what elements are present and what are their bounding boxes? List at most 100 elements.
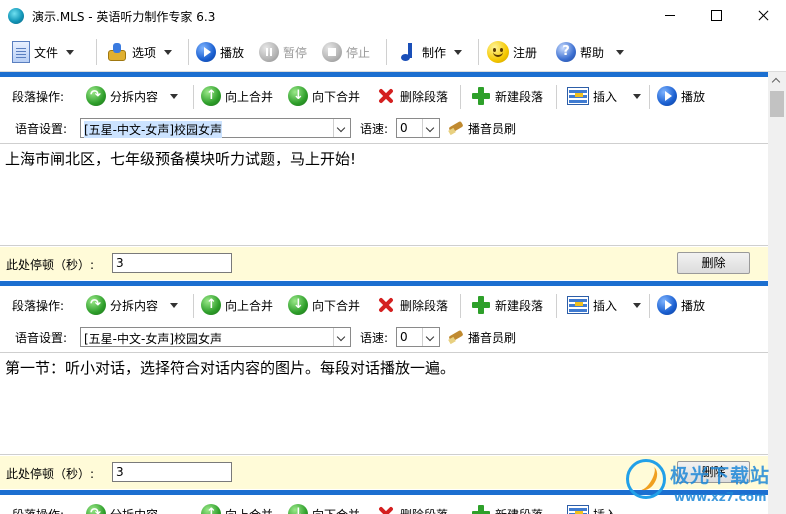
paragraph-block: 段落操作: ↷ 分拆内容 ↑ 向上合并 ↓ 向下合并 删除段落 新建段落 插入 [0, 72, 768, 282]
watermark-logo-icon [626, 459, 666, 499]
register-button[interactable]: 注册 [487, 38, 537, 66]
merge-down-button[interactable]: ↓ 向下合并 [288, 84, 360, 108]
announcer-brush-button[interactable]: 播音员刷 [448, 116, 516, 140]
insert-button[interactable]: 插入 [567, 293, 642, 317]
paragraph-ops-label: 段落操作: [12, 502, 64, 514]
plus-icon [471, 295, 491, 315]
chevron-down-icon [616, 49, 625, 55]
music-note-icon [398, 41, 418, 63]
toolbar-divider [556, 85, 557, 109]
chevron-down-icon [170, 302, 179, 308]
chevron-down-icon [422, 119, 439, 137]
play-icon [196, 42, 216, 62]
brush-icon [448, 121, 464, 135]
chevron-down-icon [170, 93, 179, 99]
new-paragraph-button[interactable]: 新建段落 [471, 293, 543, 317]
delete-icon [376, 295, 396, 315]
new-paragraph-button[interactable]: 新建段落 [471, 502, 543, 514]
play-icon [657, 86, 677, 106]
toolbar-divider [193, 85, 194, 109]
merge-up-button[interactable]: ↑ 向上合并 [201, 502, 273, 514]
speed-select[interactable]: 0 [396, 118, 440, 138]
pause-button[interactable]: 暂停 [259, 38, 307, 66]
insert-button[interactable]: 插入 [567, 84, 642, 108]
insert-icon [567, 87, 589, 105]
voice-select[interactable]: [五星-中文-女声]校园女声 [80, 327, 351, 347]
scrollbar-thumb[interactable] [770, 91, 784, 117]
toolbar-divider [188, 39, 189, 65]
main-toolbar: 文件 选项 播放 暂停 停止 制作 注册 ? 帮助 [0, 33, 786, 72]
paragraph-text: 上海市闸北区，七年级预备模块听力试题，马上开始! [5, 150, 357, 168]
settings-icon [106, 41, 128, 63]
announcer-brush-button[interactable]: 播音员刷 [448, 325, 516, 349]
insert-icon [567, 505, 589, 514]
toolbar-divider [649, 85, 650, 109]
paragraph-text: 第一节：听小对话，选择符合对话内容的图片。每段对话播放一遍。 [5, 359, 456, 377]
chevron-down-icon [333, 328, 350, 346]
paragraph-ops-label: 段落操作: [12, 298, 65, 313]
paragraph-play-button[interactable]: 播放 [657, 293, 705, 317]
minimize-button[interactable] [647, 0, 693, 31]
split-content-button[interactable]: ↷ 分拆内容 [86, 84, 179, 108]
delete-paragraph-button[interactable]: 删除段落 [376, 84, 448, 108]
play-icon [657, 295, 677, 315]
paragraph-play-button[interactable]: 播放 [657, 84, 705, 108]
delete-paragraph-button[interactable]: 删除段落 [376, 502, 448, 514]
smiley-icon [487, 41, 509, 63]
paragraph-text-area[interactable]: 上海市闸北区，七年级预备模块听力试题，马上开始! [0, 143, 768, 246]
toolbar-divider [478, 39, 479, 65]
toolbar-divider [556, 294, 557, 318]
arrow-down-icon: ↓ [288, 295, 308, 315]
options-menu-button[interactable]: 选项 [106, 38, 173, 66]
file-menu-button[interactable]: 文件 [12, 38, 75, 66]
delete-paragraph-button[interactable]: 删除段落 [376, 293, 448, 317]
toolbar-divider [386, 39, 387, 65]
site-watermark: 极光下载站 www.xz7.com [626, 457, 786, 514]
paragraph-ops-label: 段落操作: [12, 89, 65, 104]
pause-seconds-input[interactable]: 3 [112, 253, 232, 273]
voice-select[interactable]: [五星-中文-女声]校园女声 [80, 118, 351, 138]
toolbar-divider [96, 39, 97, 65]
paragraph-text-area[interactable]: 第一节：听小对话，选择符合对话内容的图片。每段对话播放一遍。 [0, 352, 768, 455]
pause-label: 此处停顿（秒）: [6, 258, 95, 272]
chevron-down-icon [422, 328, 439, 346]
delete-button[interactable]: 删除 [677, 252, 750, 274]
voice-setting-label: 语音设置: [15, 122, 68, 136]
arrow-up-icon: ↑ [201, 295, 221, 315]
insert-button[interactable]: 插入 [567, 502, 617, 514]
split-content-button[interactable]: ↷ 分拆内容 [86, 502, 158, 514]
delete-icon [376, 86, 396, 106]
pause-row: 此处停顿（秒）: 3 删除 [0, 247, 768, 280]
speed-label: 语速: [360, 122, 389, 136]
help-menu-button[interactable]: ? 帮助 [556, 38, 625, 66]
chevron-down-icon [333, 119, 350, 137]
watermark-url: www.xz7.com [674, 490, 767, 504]
split-content-button[interactable]: ↷ 分拆内容 [86, 293, 179, 317]
chevron-down-icon [633, 302, 642, 308]
close-button[interactable] [740, 0, 786, 31]
delete-icon [376, 504, 396, 514]
window-title: 演示.MLS - 英语听力制作专家 6.3 [32, 10, 216, 24]
merge-down-button[interactable]: ↓ 向下合并 [288, 502, 360, 514]
stop-icon [322, 42, 342, 62]
toolbar-divider [193, 294, 194, 318]
chevron-down-icon [66, 49, 75, 55]
merge-down-button[interactable]: ↓ 向下合并 [288, 293, 360, 317]
voice-settings-row: 语音设置: [五星-中文-女声]校园女声 语速: 0 播音员刷 [0, 115, 768, 141]
merge-up-button[interactable]: ↑ 向上合并 [201, 84, 273, 108]
new-paragraph-button[interactable]: 新建段落 [471, 84, 543, 108]
watermark-name: 极光下载站 [670, 465, 771, 487]
make-menu-button[interactable]: 制作 [398, 38, 463, 66]
speed-label: 语速: [360, 331, 389, 345]
pause-seconds-input[interactable]: 3 [112, 462, 232, 482]
maximize-button[interactable] [693, 0, 739, 31]
merge-up-button[interactable]: ↑ 向上合并 [201, 293, 273, 317]
chevron-down-icon [633, 93, 642, 99]
brush-icon [448, 330, 464, 344]
scroll-up-arrow-icon[interactable] [768, 72, 786, 89]
play-button[interactable]: 播放 [196, 38, 244, 66]
stop-button[interactable]: 停止 [322, 38, 370, 66]
speed-select[interactable]: 0 [396, 327, 440, 347]
split-icon: ↷ [86, 295, 106, 315]
vertical-scrollbar[interactable] [768, 72, 786, 514]
